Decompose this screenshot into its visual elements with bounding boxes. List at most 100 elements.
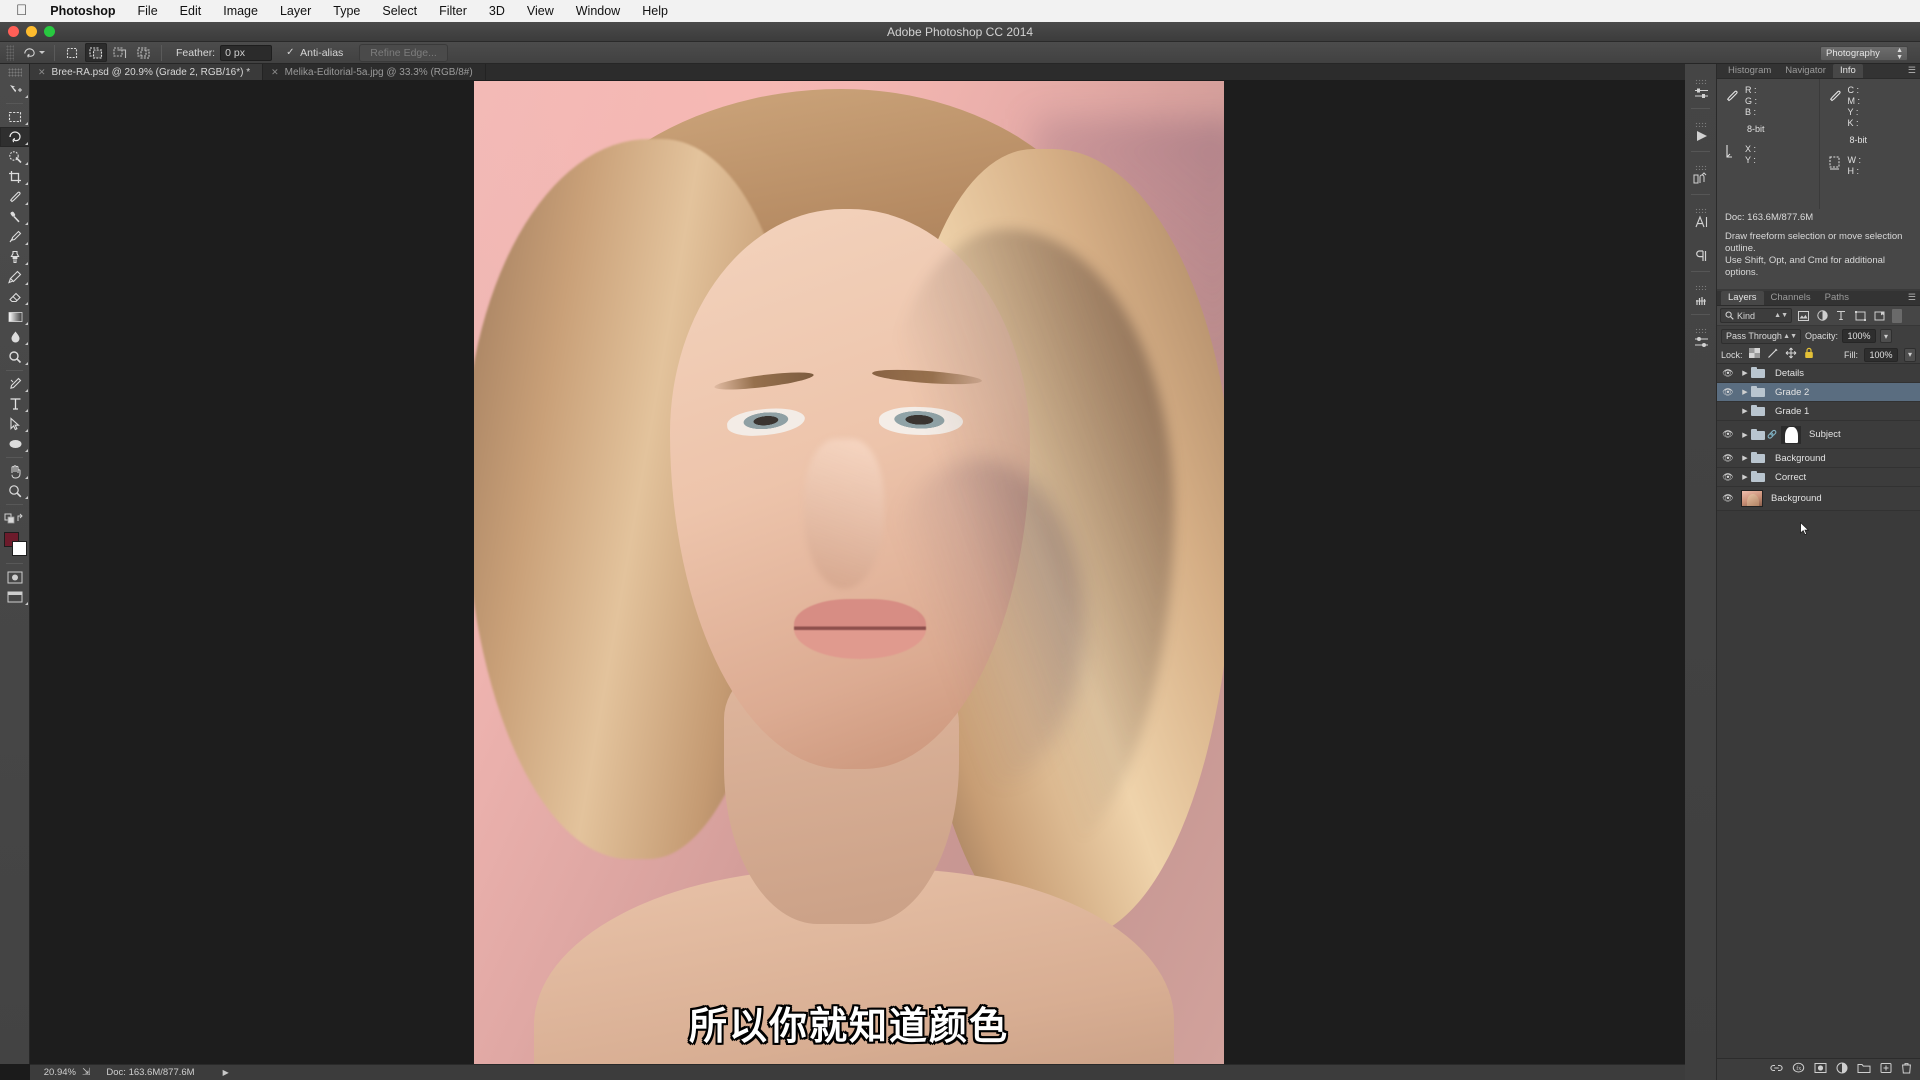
brush-tool[interactable]: [0, 227, 30, 247]
fill-stepper[interactable]: ▾: [1904, 347, 1916, 362]
panel-menu-icon[interactable]: ☰: [1908, 65, 1916, 76]
zoom-tool[interactable]: [0, 481, 30, 501]
eyedropper-tool[interactable]: [0, 187, 30, 207]
layer-mask-icon[interactable]: [1814, 1062, 1827, 1077]
fill-value[interactable]: 100%: [1864, 347, 1898, 362]
history-panel-icon[interactable]: [1685, 156, 1717, 190]
tab-channels[interactable]: Channels: [1764, 291, 1818, 305]
document-tab-bree[interactable]: ✕ Bree-RA.psd @ 20.9% (Grade 2, RGB/16*)…: [30, 64, 264, 80]
lock-image-pixels-icon[interactable]: [1767, 348, 1778, 362]
table-row[interactable]: 👁 Background: [1717, 487, 1920, 511]
filter-toggle-switch[interactable]: [1892, 308, 1902, 323]
new-selection-button[interactable]: [61, 43, 83, 62]
menu-item-file[interactable]: File: [127, 0, 169, 22]
rectangular-marquee-tool[interactable]: [0, 107, 30, 127]
path-selection-tool[interactable]: [0, 414, 30, 434]
feather-input[interactable]: 0 px: [220, 44, 273, 61]
layer-mask-thumbnail[interactable]: [1781, 425, 1801, 444]
pixel-filter-icon[interactable]: [1795, 308, 1811, 323]
quick-mask-icon[interactable]: [0, 567, 30, 587]
layer-visibility-toggle[interactable]: 👁: [1717, 368, 1739, 379]
zoom-button[interactable]: [44, 26, 55, 37]
chevron-right-icon[interactable]: ▶: [1739, 454, 1751, 462]
menu-item-photoshop[interactable]: Photoshop: [39, 0, 126, 22]
menu-item-type[interactable]: Type: [322, 0, 371, 22]
chevron-right-icon[interactable]: ▶: [1739, 369, 1751, 377]
close-icon[interactable]: ✕: [271, 67, 279, 78]
blend-mode-select[interactable]: Pass Through ▲▼: [1721, 328, 1801, 344]
lock-transparent-pixels-icon[interactable]: [1748, 348, 1760, 361]
blur-tool[interactable]: [0, 327, 30, 347]
delete-layer-icon[interactable]: [1901, 1062, 1912, 1077]
table-row[interactable]: 👁 ▶ Details: [1717, 364, 1920, 383]
properties-panel-icon[interactable]: [1685, 319, 1717, 353]
brush-presets-panel-icon[interactable]: [1685, 276, 1717, 310]
menu-item-3d[interactable]: 3D: [478, 0, 516, 22]
smart-object-filter-icon[interactable]: [1871, 308, 1887, 323]
zoom-level[interactable]: 20.94%: [30, 1067, 82, 1078]
paragraph-panel-icon[interactable]: [1685, 233, 1717, 267]
quick-selection-tool[interactable]: [0, 147, 30, 167]
shape-filter-icon[interactable]: [1852, 308, 1868, 323]
subtract-from-selection-button[interactable]: [109, 43, 131, 62]
opacity-value[interactable]: 100%: [1842, 329, 1877, 343]
status-menu-icon[interactable]: ▶: [223, 1068, 229, 1077]
tab-paths[interactable]: Paths: [1818, 291, 1856, 305]
default-colors-icon[interactable]: [0, 508, 30, 528]
workspace-switcher[interactable]: Photography ▲ ▼: [1820, 46, 1908, 61]
close-icon[interactable]: ✕: [38, 67, 46, 78]
table-row[interactable]: 👁 ▶ Grade 2: [1717, 383, 1920, 402]
new-group-icon[interactable]: [1857, 1062, 1871, 1077]
menu-item-select[interactable]: Select: [371, 0, 428, 22]
layer-visibility-toggle[interactable]: 👁: [1717, 472, 1739, 483]
color-swatches[interactable]: [0, 530, 30, 560]
layer-visibility-toggle[interactable]: 👁: [1717, 453, 1739, 464]
menu-item-window[interactable]: Window: [565, 0, 631, 22]
tab-info[interactable]: Info: [1832, 64, 1863, 78]
menu-item-image[interactable]: Image: [212, 0, 269, 22]
anti-alias-checkbox[interactable]: ✓ Anti-alias: [286, 47, 343, 59]
screen-mode-icon[interactable]: [0, 587, 30, 607]
tab-navigator[interactable]: Navigator: [1778, 64, 1833, 78]
new-adjustment-layer-icon[interactable]: [1836, 1062, 1848, 1077]
table-row[interactable]: 👁 ▶ Background: [1717, 449, 1920, 468]
menu-item-view[interactable]: View: [516, 0, 565, 22]
tools-panel-grip[interactable]: [7, 68, 22, 77]
close-button[interactable]: [8, 26, 19, 37]
panel-menu-icon[interactable]: ☰: [1908, 292, 1916, 303]
lock-all-icon[interactable]: [1804, 347, 1814, 362]
type-filter-icon[interactable]: [1833, 308, 1849, 323]
history-brush-tool[interactable]: [0, 267, 30, 287]
table-row[interactable]: 👁 ▶ Grade 1: [1717, 402, 1920, 421]
table-row[interactable]: 👁 ▶ Correct: [1717, 468, 1920, 487]
background-color-swatch[interactable]: [12, 541, 27, 556]
document-tab-melika[interactable]: ✕ Melika-Editorial-5a.jpg @ 33.3% (RGB/8…: [263, 64, 486, 80]
crop-tool[interactable]: [0, 167, 30, 187]
gradient-tool[interactable]: [0, 307, 30, 327]
adjustment-filter-icon[interactable]: [1814, 308, 1830, 323]
spot-healing-brush-tool[interactable]: [0, 207, 30, 227]
dodge-tool[interactable]: [0, 347, 30, 367]
menu-item-edit[interactable]: Edit: [169, 0, 213, 22]
chevron-right-icon[interactable]: ▶: [1739, 407, 1751, 415]
adjustments-panel-icon[interactable]: [1685, 70, 1717, 104]
refine-edge-button[interactable]: Refine Edge...: [359, 43, 448, 62]
chevron-right-icon[interactable]: ▶: [1739, 388, 1751, 396]
timeline-panel-icon[interactable]: [1685, 113, 1717, 147]
move-tool[interactable]: [0, 80, 30, 100]
intersect-selection-button[interactable]: [133, 43, 155, 62]
menu-item-help[interactable]: Help: [631, 0, 679, 22]
options-bar-grip[interactable]: [6, 44, 14, 61]
share-icon[interactable]: ⇲: [82, 1067, 90, 1078]
minimize-button[interactable]: [26, 26, 37, 37]
link-layers-icon[interactable]: [1770, 1062, 1783, 1077]
layer-thumbnail[interactable]: [1741, 490, 1763, 507]
opacity-stepper[interactable]: ▾: [1880, 329, 1893, 343]
chevron-right-icon[interactable]: ▶: [1739, 431, 1751, 439]
apple-icon[interactable]: : [10, 3, 39, 20]
lasso-tool-icon[interactable]: [18, 44, 48, 62]
new-layer-icon[interactable]: [1880, 1062, 1892, 1077]
clone-stamp-tool[interactable]: [0, 247, 30, 267]
layer-style-icon[interactable]: fx: [1792, 1062, 1805, 1077]
document-image[interactable]: 所以你就知道颜色: [474, 81, 1224, 1064]
